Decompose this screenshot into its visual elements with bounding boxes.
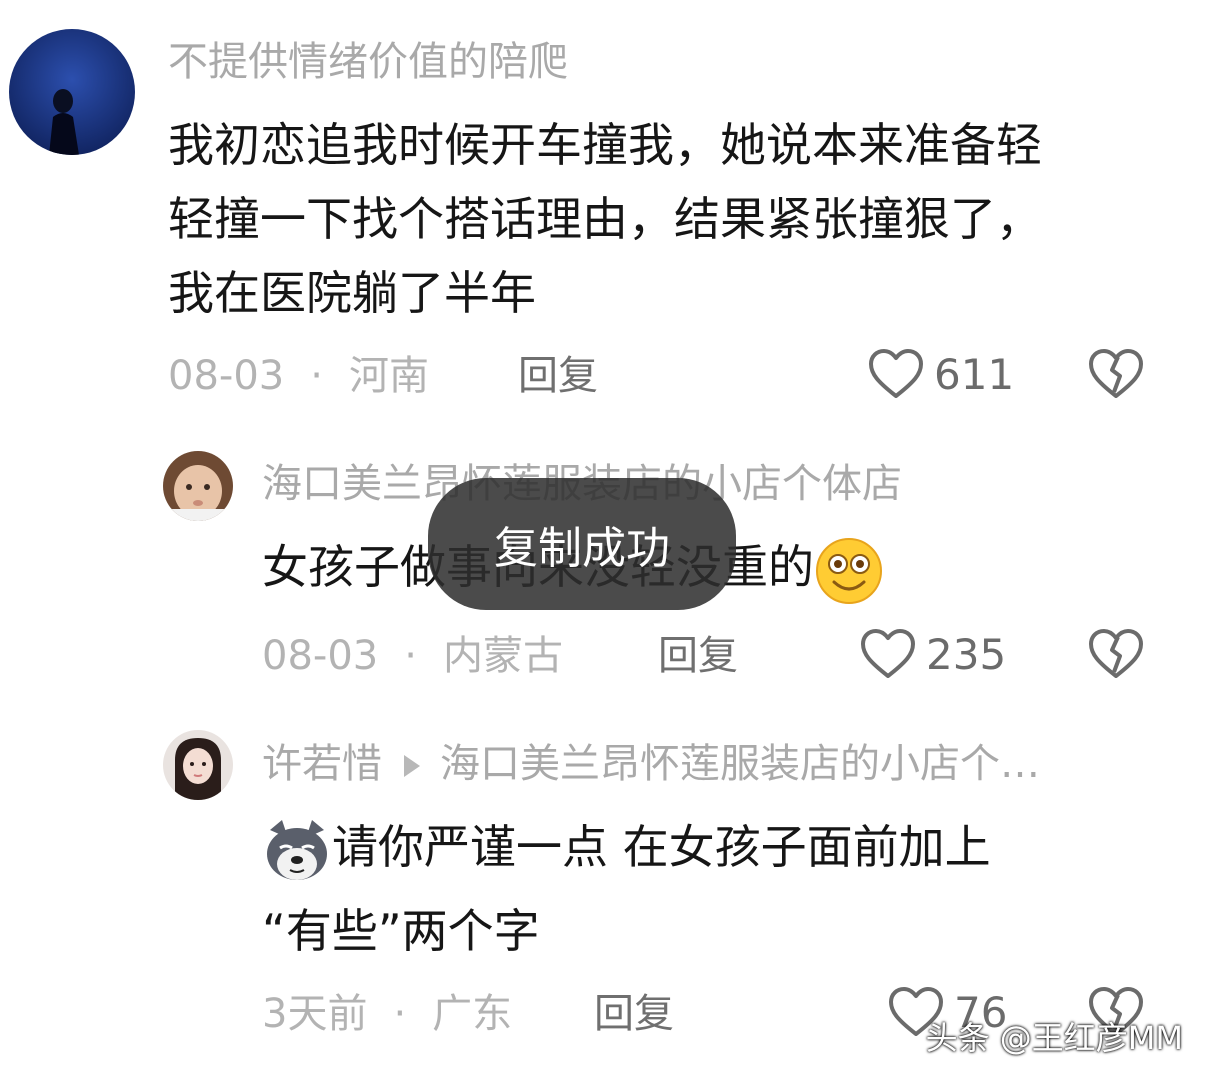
reply-to-username[interactable]: 海口美兰昂怀莲服装店的小店个… — [440, 741, 1040, 787]
username[interactable]: 不提供情绪价值的陪爬 — [168, 38, 568, 86]
avatar[interactable] — [9, 29, 135, 155]
comment-location: 河南 — [348, 353, 429, 399]
husky-dog-icon — [262, 816, 332, 886]
separator-dot: · — [310, 353, 323, 399]
reply-button[interactable]: 回复 — [658, 632, 738, 680]
like-button[interactable]: 611 — [868, 348, 1014, 400]
comment-meta: 3天前 · 广东 — [262, 990, 512, 1038]
copy-success-toast: 复制成功 — [428, 478, 736, 610]
comment-text-line: 请你严谨一点 在女孩子面前加上 — [262, 810, 991, 886]
comment-text-content: 请你严谨一点 在女孩子面前加上 — [332, 820, 991, 874]
broken-heart-icon[interactable] — [1088, 348, 1144, 400]
comment-meta: 08-03 · 内蒙古 — [262, 632, 563, 680]
avatar[interactable] — [163, 451, 233, 521]
broken-heart-icon[interactable] — [1088, 628, 1144, 680]
comment-date: 3天前 — [262, 991, 368, 1037]
heart-icon — [869, 349, 923, 398]
comment-location: 内蒙古 — [442, 633, 563, 679]
comment-date: 08-03 — [262, 633, 379, 679]
like-count: 235 — [926, 629, 1007, 679]
comment-text-line: 我初恋追我时候开车撞我，她说本来准备轻 — [168, 118, 1042, 172]
like-button[interactable]: 235 — [860, 628, 1006, 680]
separator-dot: · — [393, 991, 407, 1037]
separator-dot: · — [404, 633, 417, 679]
comment-meta: 08-03 · 河南 — [168, 352, 429, 400]
reply-button[interactable]: 回复 — [594, 990, 674, 1038]
heart-icon — [861, 629, 915, 678]
username[interactable]: 许若惜 — [262, 741, 382, 787]
reply-button[interactable]: 回复 — [518, 352, 598, 400]
comment-text-line: “有些”两个字 — [262, 904, 540, 958]
like-count: 611 — [934, 349, 1015, 399]
username-line: 许若惜 海口美兰昂怀莲服装店的小店个… — [262, 740, 1040, 788]
grinning-face-icon — [814, 536, 884, 606]
comment-text-line: 我在医院躺了半年 — [168, 266, 536, 320]
comment-text-line: 轻撞一下找个搭话理由，结果紧张撞狠了， — [168, 192, 1042, 246]
comment-location: 广东 — [432, 991, 513, 1037]
reply-arrow-icon — [404, 755, 420, 777]
comment-date: 08-03 — [168, 353, 285, 399]
avatar[interactable] — [163, 730, 233, 800]
watermark: 头条 @王红彦MM — [925, 1019, 1183, 1057]
